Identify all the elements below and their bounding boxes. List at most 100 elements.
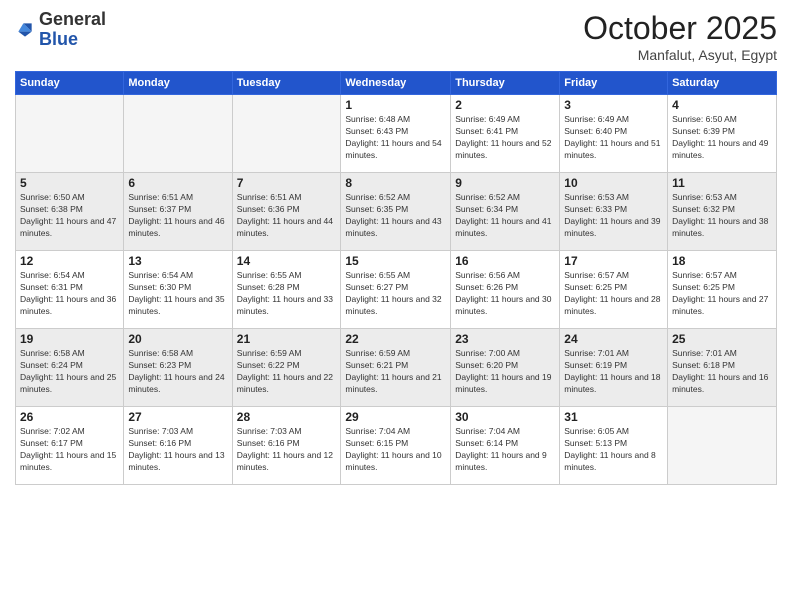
sunset-text: Sunset: 6:33 PM bbox=[564, 204, 627, 214]
sunset-text: Sunset: 6:32 PM bbox=[672, 204, 735, 214]
daylight-text: Daylight: 11 hours and 10 minutes. bbox=[345, 450, 441, 472]
sunset-text: Sunset: 6:40 PM bbox=[564, 126, 627, 136]
sunrise-text: Sunrise: 6:55 AM bbox=[237, 270, 302, 280]
day-info: Sunrise: 6:58 AMSunset: 6:23 PMDaylight:… bbox=[128, 348, 227, 396]
sunset-text: Sunset: 6:30 PM bbox=[128, 282, 191, 292]
daylight-text: Daylight: 11 hours and 41 minutes. bbox=[455, 216, 551, 238]
day-number: 1 bbox=[345, 98, 446, 112]
daylight-text: Daylight: 11 hours and 18 minutes. bbox=[564, 372, 660, 394]
sunset-text: Sunset: 6:16 PM bbox=[128, 438, 191, 448]
calendar-week-row: 19 Sunrise: 6:58 AMSunset: 6:24 PMDayligh… bbox=[16, 329, 777, 407]
col-thursday: Thursday bbox=[451, 72, 560, 95]
sunrise-text: Sunrise: 6:49 AM bbox=[455, 114, 520, 124]
calendar-week-row: 1Sunrise: 6:48 AMSunset: 6:43 PMDaylight… bbox=[16, 95, 777, 173]
table-row: 7Sunrise: 6:51 AMSunset: 6:36 PMDaylight… bbox=[232, 173, 341, 251]
calendar-header-row: Sunday Monday Tuesday Wednesday Thursday… bbox=[16, 72, 777, 95]
sunrise-text: Sunrise: 6:54 AM bbox=[20, 270, 85, 280]
day-info: Sunrise: 6:54 AMSunset: 6:31 PMDaylight:… bbox=[20, 270, 119, 318]
day-number: 20 bbox=[128, 332, 227, 346]
table-row: 9 Sunrise: 6:52 AMSunset: 6:34 PMDaylight… bbox=[451, 173, 560, 251]
sunrise-text: Sunrise: 6:57 AM bbox=[564, 270, 629, 280]
table-row: 5 Sunrise: 6:50 AMSunset: 6:38 PMDaylight… bbox=[16, 173, 124, 251]
sunrise-text: Sunrise: 6:57 AM bbox=[672, 270, 737, 280]
table-row: 4Sunrise: 6:50 AMSunset: 6:39 PMDaylight… bbox=[668, 95, 777, 173]
day-info: Sunrise: 6:55 AMSunset: 6:27 PMDaylight:… bbox=[345, 270, 446, 318]
day-info: Sunrise: 6:59 AMSunset: 6:22 PMDaylight:… bbox=[237, 348, 337, 396]
table-row: 20Sunrise: 6:58 AMSunset: 6:23 PMDayligh… bbox=[124, 329, 232, 407]
sunset-text: Sunset: 6:25 PM bbox=[564, 282, 627, 292]
daylight-text: Daylight: 11 hours and 27 minutes. bbox=[672, 294, 768, 316]
daylight-text: Daylight: 11 hours and 22 minutes. bbox=[237, 372, 333, 394]
sunrise-text: Sunrise: 6:52 AM bbox=[345, 192, 410, 202]
sunrise-text: Sunrise: 6:05 AM bbox=[564, 426, 629, 436]
day-number: 26 bbox=[20, 410, 119, 424]
day-info: Sunrise: 6:53 AMSunset: 6:32 PMDaylight:… bbox=[672, 192, 772, 240]
day-number: 22 bbox=[345, 332, 446, 346]
day-number: 21 bbox=[237, 332, 337, 346]
sunrise-text: Sunrise: 6:51 AM bbox=[128, 192, 193, 202]
day-number: 9 bbox=[455, 176, 555, 190]
sunset-text: Sunset: 6:28 PM bbox=[237, 282, 300, 292]
col-sunday: Sunday bbox=[16, 72, 124, 95]
sunset-text: Sunset: 6:26 PM bbox=[455, 282, 518, 292]
table-row: 2Sunrise: 6:49 AMSunset: 6:41 PMDaylight… bbox=[451, 95, 560, 173]
day-info: Sunrise: 7:02 AMSunset: 6:17 PMDaylight:… bbox=[20, 426, 119, 474]
sunrise-text: Sunrise: 6:53 AM bbox=[672, 192, 737, 202]
sunset-text: Sunset: 6:18 PM bbox=[672, 360, 735, 370]
day-number: 11 bbox=[672, 176, 772, 190]
title-block: October 2025 Manfalut, Asyut, Egypt bbox=[583, 10, 777, 63]
daylight-text: Daylight: 11 hours and 12 minutes. bbox=[237, 450, 333, 472]
table-row: 14Sunrise: 6:55 AMSunset: 6:28 PMDayligh… bbox=[232, 251, 341, 329]
table-row: 18 Sunrise: 6:57 AMSunset: 6:25 PMDayligh… bbox=[668, 251, 777, 329]
day-info: Sunrise: 6:51 AMSunset: 6:37 PMDaylight:… bbox=[128, 192, 227, 240]
col-saturday: Saturday bbox=[668, 72, 777, 95]
day-number: 13 bbox=[128, 254, 227, 268]
day-number: 18 bbox=[672, 254, 772, 268]
logo: General Blue bbox=[15, 10, 106, 50]
location-title: Manfalut, Asyut, Egypt bbox=[583, 47, 777, 63]
day-info: Sunrise: 6:50 AMSunset: 6:38 PMDaylight:… bbox=[20, 192, 119, 240]
calendar-week-row: 12Sunrise: 6:54 AMSunset: 6:31 PMDayligh… bbox=[16, 251, 777, 329]
daylight-text: Daylight: 11 hours and 44 minutes. bbox=[237, 216, 333, 238]
table-row: 1Sunrise: 6:48 AMSunset: 6:43 PMDaylight… bbox=[341, 95, 451, 173]
daylight-text: Daylight: 11 hours and 52 minutes. bbox=[455, 138, 551, 160]
day-info: Sunrise: 6:49 AMSunset: 6:41 PMDaylight:… bbox=[455, 114, 555, 162]
day-info: Sunrise: 6:57 AMSunset: 6:25 PMDaylight:… bbox=[672, 270, 772, 318]
day-number: 6 bbox=[128, 176, 227, 190]
daylight-text: Daylight: 11 hours and 25 minutes. bbox=[20, 372, 116, 394]
day-number: 23 bbox=[455, 332, 555, 346]
sunset-text: Sunset: 6:19 PM bbox=[564, 360, 627, 370]
sunset-text: Sunset: 5:13 PM bbox=[564, 438, 627, 448]
day-number: 27 bbox=[128, 410, 227, 424]
day-info: Sunrise: 6:58 AMSunset: 6:24 PMDaylight:… bbox=[20, 348, 119, 396]
logo-text: General Blue bbox=[39, 10, 106, 50]
table-row bbox=[124, 95, 232, 173]
sunset-text: Sunset: 6:16 PM bbox=[237, 438, 300, 448]
table-row bbox=[16, 95, 124, 173]
day-number: 28 bbox=[237, 410, 337, 424]
sunset-text: Sunset: 6:22 PM bbox=[237, 360, 300, 370]
day-info: Sunrise: 6:52 AMSunset: 6:34 PMDaylight:… bbox=[455, 192, 555, 240]
daylight-text: Daylight: 11 hours and 28 minutes. bbox=[564, 294, 660, 316]
day-info: Sunrise: 6:57 AM Sunset: 6:25 PM Daylight:… bbox=[564, 270, 663, 318]
daylight-text: Daylight: 11 hours and 35 minutes. bbox=[128, 294, 224, 316]
sunrise-text: Sunrise: 6:56 AM bbox=[455, 270, 520, 280]
sunrise-text: Sunrise: 7:00 AM bbox=[455, 348, 520, 358]
month-title: October 2025 bbox=[583, 10, 777, 47]
sunrise-text: Sunrise: 6:51 AM bbox=[237, 192, 302, 202]
daylight-text: Daylight: 11 hours and 47 minutes. bbox=[20, 216, 116, 238]
table-row: 23Sunrise: 7:00 AMSunset: 6:20 PMDayligh… bbox=[451, 329, 560, 407]
sunset-text: Sunset: 6:23 PM bbox=[128, 360, 191, 370]
sunrise-text: Sunrise: 6:58 AM bbox=[128, 348, 193, 358]
day-number: 5 bbox=[20, 176, 119, 190]
calendar-week-row: 26 Sunrise: 7:02 AMSunset: 6:17 PMDayligh… bbox=[16, 407, 777, 485]
table-row: 12Sunrise: 6:54 AMSunset: 6:31 PMDayligh… bbox=[16, 251, 124, 329]
day-number: 19 bbox=[20, 332, 119, 346]
day-number: 24 bbox=[564, 332, 663, 346]
table-row: 19 Sunrise: 6:58 AMSunset: 6:24 PMDayligh… bbox=[16, 329, 124, 407]
daylight-text: Daylight: 11 hours and 15 minutes. bbox=[20, 450, 116, 472]
sunset-text: Sunset: 6:36 PM bbox=[237, 204, 300, 214]
calendar-table: Sunday Monday Tuesday Wednesday Thursday… bbox=[15, 71, 777, 485]
day-info: Sunrise: 6:53 AMSunset: 6:33 PMDaylight:… bbox=[564, 192, 663, 240]
daylight-text: Daylight: 11 hours and 46 minutes. bbox=[128, 216, 224, 238]
